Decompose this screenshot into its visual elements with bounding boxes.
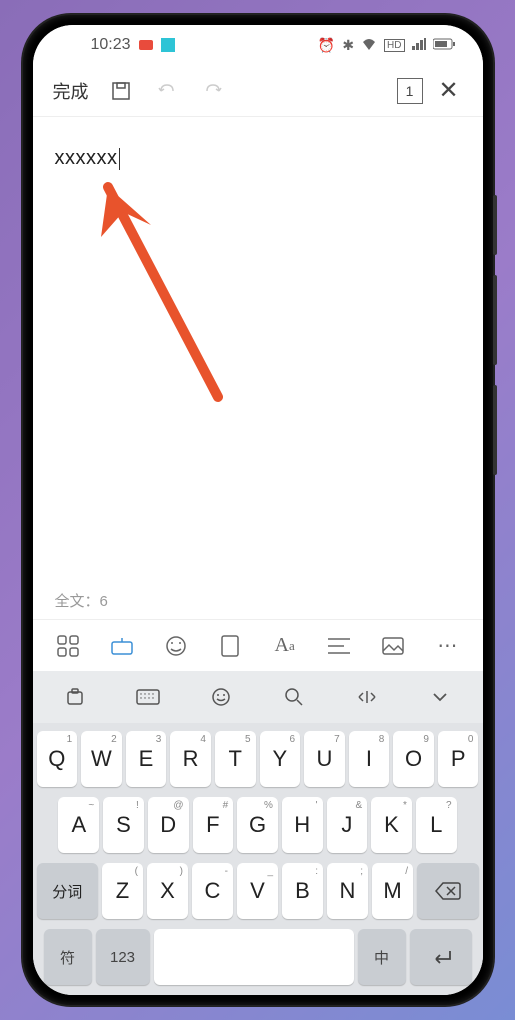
app-indicator [161,38,175,52]
page-icon[interactable] [208,624,252,668]
key-p[interactable]: 0P [438,731,479,787]
key-r[interactable]: 4R [170,731,211,787]
key-n[interactable]: ;N [327,863,368,919]
clipboard-icon[interactable] [51,677,99,717]
phone-frame: 10:23 ⏰ ✱ HD 完成 [23,15,493,1005]
key-l[interactable]: ?L [416,797,457,853]
word-count: 全文：6 [55,590,108,611]
power-button[interactable] [493,195,497,255]
key-e[interactable]: 3E [126,731,167,787]
done-button[interactable]: 完成 [47,78,95,104]
page-count[interactable]: 1 [397,78,423,104]
keyboard-row-1: 1Q2W3E4R5T6Y7U8I9O0P [37,731,479,787]
font-icon[interactable]: Aa [263,624,307,668]
space-key[interactable] [154,929,354,985]
key-b[interactable]: :B [282,863,323,919]
cursor-move-icon[interactable] [343,677,391,717]
align-icon[interactable] [317,624,361,668]
key-f[interactable]: #F [193,797,234,853]
search-icon[interactable] [270,677,318,717]
symbol-key[interactable]: 符 [44,929,92,985]
editor-toolbar: 完成 1 ✕ [33,65,483,117]
alarm-icon: ⏰ [318,37,335,54]
key-i[interactable]: 8I [349,731,390,787]
close-icon[interactable]: ✕ [429,71,469,111]
editor-area[interactable]: xxxxxx 全文：6 [33,117,483,619]
key-h[interactable]: 'H [282,797,323,853]
keyboard-row-3: 分词 (Z)X-C_V:B;N/M [37,863,479,919]
key-y[interactable]: 6Y [260,731,301,787]
key-g[interactable]: %G [237,797,278,853]
battery-icon [433,37,455,53]
lang-key[interactable]: 中 [358,929,406,985]
number-key[interactable]: 123 [96,929,150,985]
collapse-keyboard-icon[interactable] [416,677,464,717]
segment-key[interactable]: 分词 [37,863,99,919]
key-c[interactable]: -C [192,863,233,919]
annotation-arrow [63,147,243,407]
key-x[interactable]: )X [147,863,188,919]
editor-content[interactable]: xxxxxx [55,147,120,169]
key-u[interactable]: 7U [304,731,345,787]
volume-down[interactable] [493,385,497,475]
more-icon[interactable]: ⋯ [425,624,469,668]
image-icon[interactable] [371,624,415,668]
wifi-icon [361,37,377,53]
key-j[interactable]: &J [327,797,368,853]
key-k[interactable]: *K [371,797,412,853]
hd-icon: HD [384,39,404,52]
recording-indicator [139,40,153,50]
key-v[interactable]: _V [237,863,278,919]
key-z[interactable]: (Z [102,863,143,919]
undo-icon[interactable] [147,71,187,111]
volume-up[interactable] [493,275,497,365]
key-m[interactable]: /M [372,863,413,919]
key-a[interactable]: ~A [58,797,99,853]
screen: 10:23 ⏰ ✱ HD 完成 [33,25,483,995]
ime-toolbar [33,671,483,723]
enter-key[interactable] [410,929,472,985]
keyboard-row-2: ~A!S@D#F%G'H&J*K?L [37,797,479,853]
backspace-key[interactable] [417,863,479,919]
keyboard-icon[interactable] [124,677,172,717]
status-time: 10:23 [91,36,131,54]
key-o[interactable]: 9O [393,731,434,787]
format-toolbar: Aa ⋯ [33,619,483,671]
apps-icon[interactable] [46,624,90,668]
keyboard: 1Q2W3E4R5T6Y7U8I9O0P ~A!S@D#F%G'H&J*K?L … [33,723,483,995]
bluetooth-icon: ✱ [342,37,354,54]
text-cursor [119,148,120,170]
key-q[interactable]: 1Q [37,731,78,787]
keyboard-mode-icon[interactable] [100,624,144,668]
key-w[interactable]: 2W [81,731,122,787]
keyboard-row-4: 符 123 中 [37,929,479,985]
smile-icon[interactable] [197,677,245,717]
save-icon[interactable] [101,71,141,111]
key-s[interactable]: !S [103,797,144,853]
redo-icon[interactable] [193,71,233,111]
signal-icon [412,37,426,53]
key-t[interactable]: 5T [215,731,256,787]
key-d[interactable]: @D [148,797,189,853]
emoji-icon[interactable] [154,624,198,668]
status-bar: 10:23 ⏰ ✱ HD [33,25,483,65]
